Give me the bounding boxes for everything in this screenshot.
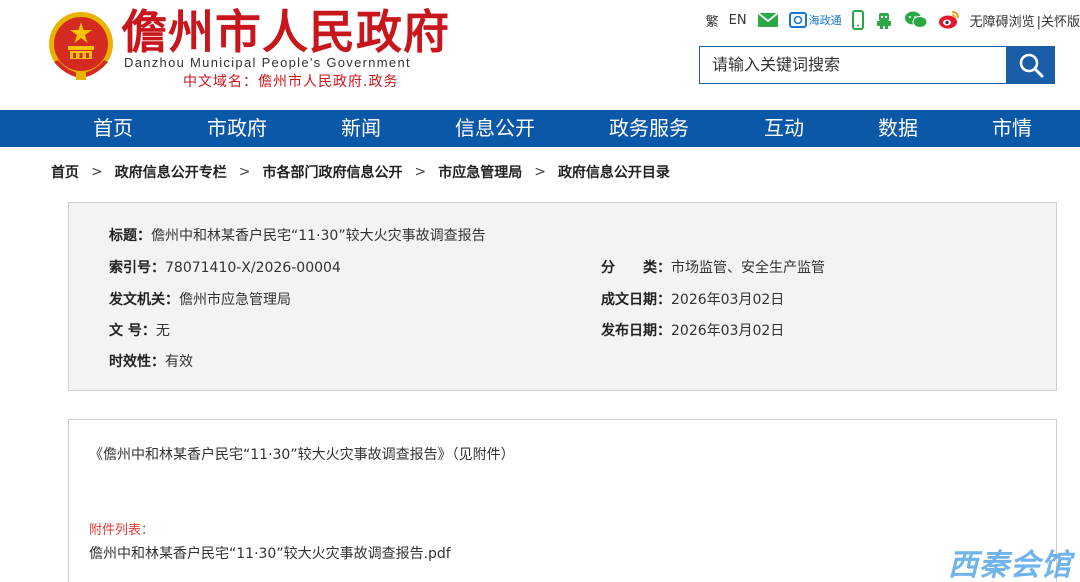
info-created-value: 2026年03月02日 [671, 292, 785, 308]
site-title[interactable]: 儋州市人民政府 [121, 4, 450, 60]
breadcrumb-item[interactable]: 政府信息公开目录 [558, 162, 670, 182]
content-body-text: 《儋州中和林某香户民宅“11·30”较大火灾事故调查报告》（见附件） [89, 447, 515, 463]
care-mode-link[interactable]: |关怀版 [1037, 11, 1080, 30]
site-english-name: Danzhou Municipal People's Government [124, 55, 411, 70]
attachments-title: 附件列表： [89, 523, 155, 538]
nav-item-interaction[interactable]: 互动 [764, 110, 804, 147]
nav-item-info-disclosure[interactable]: 信息公开 [455, 110, 535, 147]
info-index-value: 78071410-X/2026-00004 [165, 260, 341, 276]
info-title-row: 标题：儋州中和林某香户民宅“11·30”较大火灾事故调查报告 [109, 225, 486, 245]
search-input[interactable]: 请输入关键词搜索 [699, 46, 1006, 84]
info-issuer-row: 发文机关：儋州市应急管理局 [109, 289, 291, 309]
watermark-logo: 西秦会馆 [948, 548, 1072, 582]
info-issuer-label: 发文机关： [109, 292, 179, 308]
wechat-icon[interactable] [904, 10, 928, 30]
nav-item-city-info[interactable]: 市情 [992, 110, 1032, 147]
haizhengtong-link[interactable]: 海政通 [788, 12, 842, 28]
breadcrumb-separator-icon: > [414, 164, 427, 180]
info-index-row: 索引号：78071410-X/2026-00004 [109, 257, 341, 277]
info-index-label: 索引号： [109, 260, 165, 276]
document-content: 《儋州中和林某香户民宅“11·30”较大火灾事故调查报告》（见附件） 附件列表：… [68, 419, 1057, 582]
traditional-chinese-link[interactable]: 繁 [706, 11, 719, 30]
info-docno-row: 文 号：无 [109, 320, 170, 340]
info-created-row: 成文日期：2026年03月02日 [601, 289, 784, 309]
robot-icon[interactable] [874, 10, 894, 30]
site-header: 儋州市人民政府 Danzhou Municipal People's Gover… [0, 0, 1080, 110]
info-category-label: 分 类： [601, 260, 671, 276]
accessibility-link[interactable]: 无障碍浏览 [970, 11, 1035, 30]
info-issuer-value: 儋州市应急管理局 [179, 292, 291, 308]
document-info-panel: 标题：儋州中和林某香户民宅“11·30”较大火灾事故调查报告 索引号：78071… [68, 202, 1057, 391]
info-validity-value: 有效 [165, 354, 193, 370]
nav-item-home[interactable]: 首页 [93, 110, 133, 147]
haizhengtong-icon [788, 12, 807, 28]
top-toolbar: 繁 EN 海政通 无障碍浏览 |关怀版 [706, 8, 1080, 32]
breadcrumb-separator-icon: > [238, 164, 251, 180]
info-title-value: 儋州中和林某香户民宅“11·30”较大火灾事故调查报告 [151, 228, 486, 244]
attachment-link[interactable]: 儋州中和林某香户民宅“11·30”较大火灾事故调查报告.pdf [89, 543, 451, 563]
info-docno-label: 文 号： [109, 323, 156, 339]
info-created-label: 成文日期： [601, 292, 671, 308]
mobile-icon[interactable] [851, 10, 864, 30]
breadcrumb-separator-icon: > [534, 164, 546, 180]
english-link[interactable]: EN [729, 13, 747, 28]
info-published-row: 发布日期：2026年03月02日 [601, 320, 784, 340]
haizhengtong-label: 海政通 [808, 14, 842, 27]
breadcrumb-item[interactable]: 市应急管理局 [438, 162, 522, 182]
nav-item-data[interactable]: 数据 [878, 110, 918, 147]
mail-icon[interactable] [757, 12, 779, 28]
info-validity-row: 时效性：有效 [109, 351, 193, 371]
info-published-label: 发布日期： [601, 323, 671, 339]
breadcrumb-item[interactable]: 市各部门政府信息公开 [262, 162, 402, 182]
info-title-label: 标题： [109, 228, 151, 244]
search-button[interactable] [1006, 46, 1055, 84]
breadcrumb-item[interactable]: 政府信息公开专栏 [115, 162, 227, 182]
info-docno-value: 无 [155, 323, 170, 339]
weibo-icon[interactable] [938, 10, 960, 30]
info-category-value: 市场监管、安全生产监管 [671, 260, 825, 276]
breadcrumb-separator-icon: > [91, 164, 103, 180]
site-domain: 中文域名：儋州市人民政府.政务 [183, 74, 399, 90]
main-nav: 首页 市政府 新闻 信息公开 政务服务 互动 数据 市情 [0, 110, 1080, 147]
breadcrumb: 首页 > 政府信息公开专栏 > 市各部门政府信息公开 > 市应急管理局 > 政府… [51, 162, 670, 182]
national-emblem-icon[interactable] [46, 10, 116, 82]
nav-item-news[interactable]: 新闻 [341, 110, 381, 147]
info-published-value: 2026年03月02日 [671, 323, 785, 339]
info-category-row: 分 类：市场监管、安全生产监管 [601, 257, 825, 277]
nav-item-gov-services[interactable]: 政务服务 [609, 110, 689, 147]
info-validity-label: 时效性： [109, 354, 165, 370]
nav-item-government[interactable]: 市政府 [207, 110, 267, 147]
search-icon [1019, 53, 1043, 78]
breadcrumb-item[interactable]: 首页 [51, 162, 79, 182]
